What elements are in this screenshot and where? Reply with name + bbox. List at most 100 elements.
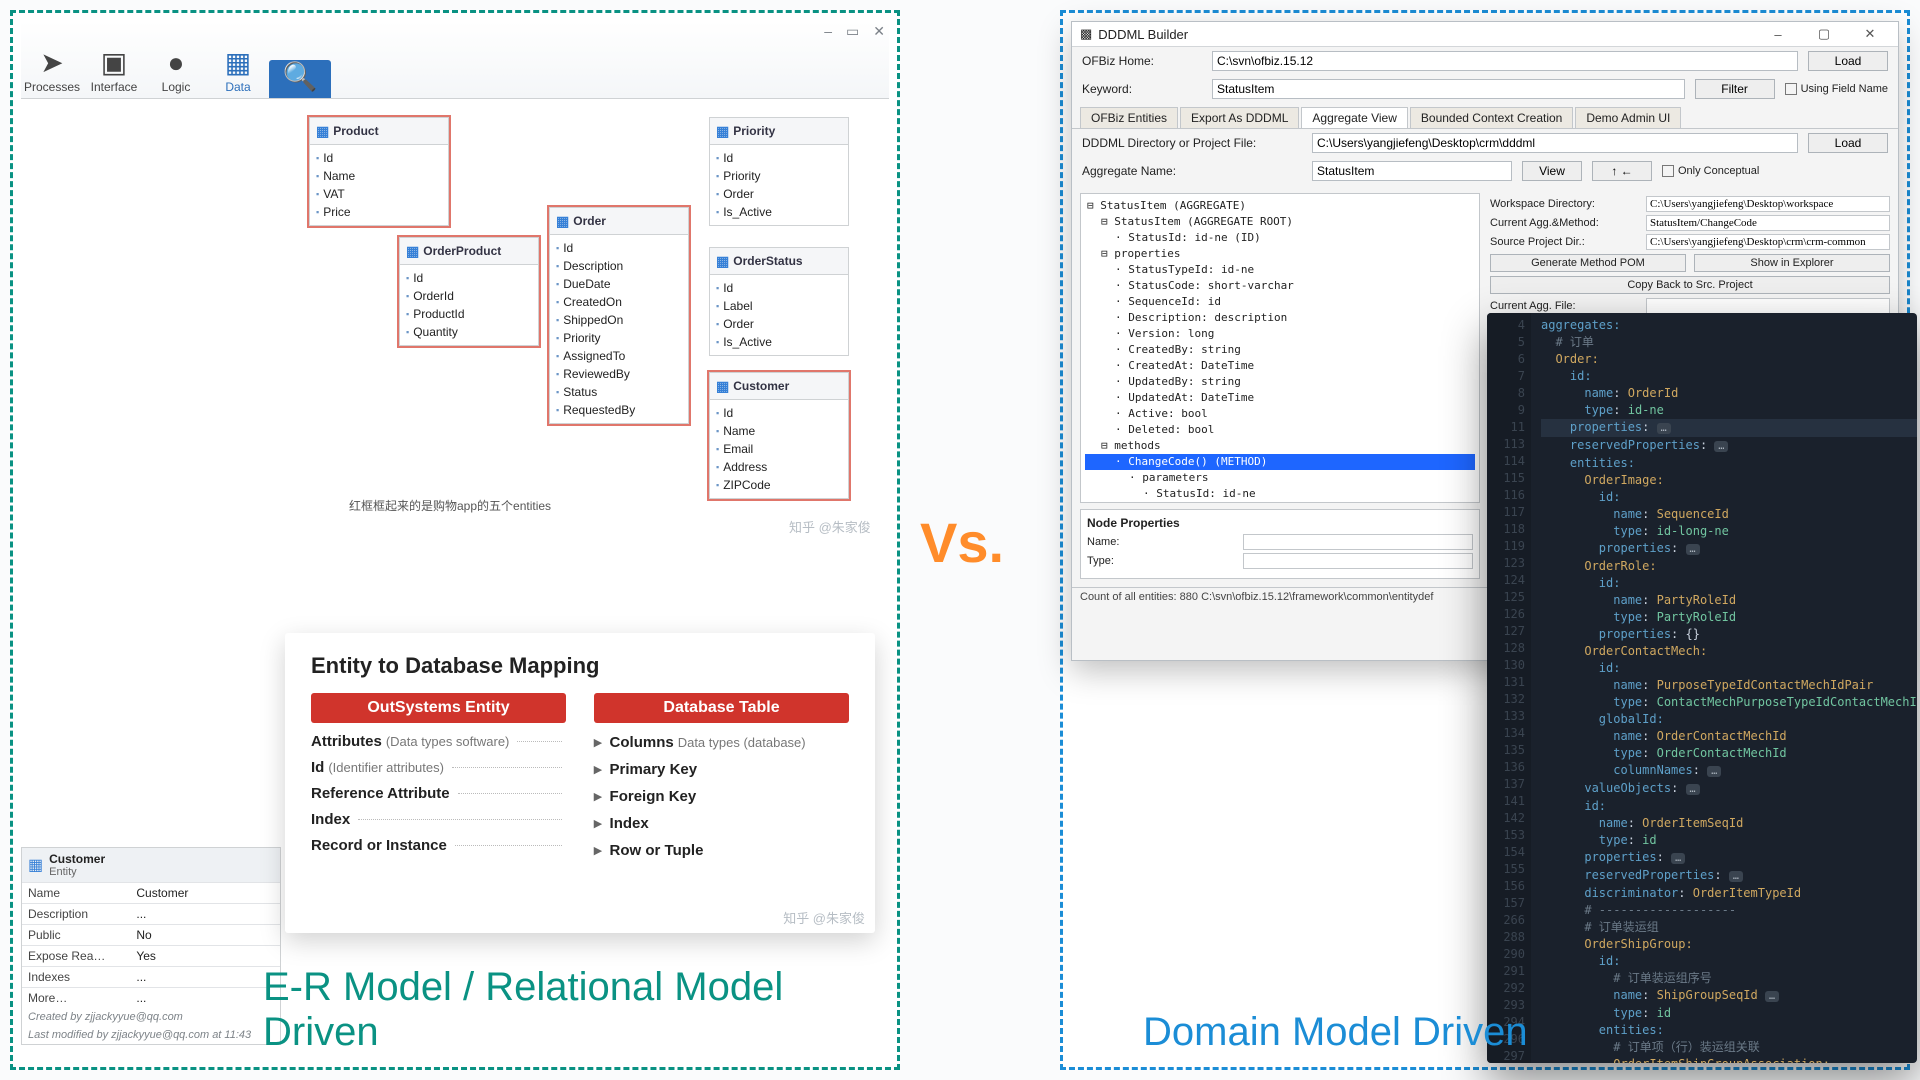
maximize-icon[interactable]: ▢: [1804, 26, 1844, 42]
view-button[interactable]: View: [1522, 161, 1582, 181]
close-icon[interactable]: ✕: [1850, 26, 1890, 42]
aggregate-tree[interactable]: ⊟ StatusItem (AGGREGATE)⊟ StatusItem (AG…: [1080, 193, 1480, 503]
aggregate-node[interactable]: · StatusId: id-ne (ID): [1085, 230, 1475, 246]
only-conceptual-checkbox[interactable]: Only Conceptual: [1662, 165, 1759, 177]
editor-code[interactable]: aggregates: # 订单 Order: id: name: OrderI…: [1531, 313, 1917, 1063]
current-agg-file-label: Current Agg. File:: [1490, 300, 1640, 312]
mapping-row-right: ▸Index: [594, 814, 849, 832]
property-table: NameCustomerDescription...PublicNoExpose…: [22, 882, 280, 1008]
np-name-label: Name:: [1087, 536, 1237, 548]
domain-panel: ▩ DDDML Builder – ▢ ✕ OFBiz Home: Load K…: [1060, 10, 1910, 1070]
entity-orderproduct[interactable]: OrderProductIdOrderIdProductIdQuantity: [399, 237, 539, 346]
prop-entity-name: Customer: [49, 852, 105, 866]
aggregate-node[interactable]: · StatusCode: short-varchar: [1085, 278, 1475, 294]
back-button[interactable]: ↑ ←: [1592, 161, 1652, 181]
copy-back-button[interactable]: Copy Back to Src. Project: [1490, 276, 1890, 294]
aggregate-node[interactable]: · SequenceId: id: [1085, 294, 1475, 310]
canvas-note: 红框框起来的是购物app的五个entities: [349, 497, 551, 514]
aggregate-node[interactable]: · UpdatedBy: string: [1085, 374, 1475, 390]
er-panel: – ▭ ✕ ➤Processes ▣Interface ●Logic ▦Data…: [10, 10, 900, 1070]
node-props-title: Node Properties: [1087, 516, 1473, 530]
tab-bounded-context-creation[interactable]: Bounded Context Creation: [1410, 107, 1573, 128]
ribbon-processes[interactable]: ➤Processes: [21, 46, 83, 98]
tab-demo-admin-ui[interactable]: Demo Admin UI: [1575, 107, 1681, 128]
np-name-input[interactable]: [1243, 534, 1473, 550]
mapping-row-right: ▸Columns Data types (database): [594, 733, 849, 751]
aggregate-node[interactable]: · UpdatedAt: DateTime: [1085, 390, 1475, 406]
aggregate-node[interactable]: · Deleted: bool: [1085, 422, 1475, 438]
current-agg-file-input[interactable]: [1646, 298, 1890, 314]
workspace-dir-input[interactable]: [1646, 196, 1890, 212]
close-icon[interactable]: ✕: [873, 23, 885, 40]
aggregate-node[interactable]: · parameters: [1085, 470, 1475, 486]
entity-orderstatus[interactable]: OrderStatusIdLabelOrderIs_Active: [709, 247, 849, 356]
caption-right: Domain Model Driven: [1143, 1010, 1528, 1055]
window-titlebar: ▩ DDDML Builder – ▢ ✕: [1072, 22, 1898, 47]
generate-pom-button[interactable]: Generate Method POM: [1490, 254, 1686, 272]
editor-gutter: 4567891111311411511611711811912312412512…: [1487, 313, 1531, 1063]
restore-icon[interactable]: ▭: [846, 23, 859, 40]
app-icon: ▩: [1080, 26, 1092, 42]
entity-db-mapping-card: Entity to Database Mapping OutSystems En…: [285, 633, 875, 933]
aggregate-node[interactable]: · Description: description: [1085, 310, 1475, 326]
prop-entity-kind: Entity: [49, 866, 105, 878]
aggregate-node[interactable]: · StatusId: id-ne: [1085, 486, 1475, 502]
aggregate-node[interactable]: · Code: short-varchar: [1085, 502, 1475, 503]
mapping-row-right: ▸Foreign Key: [594, 787, 849, 805]
current-agg-method-input[interactable]: [1646, 215, 1890, 231]
ofbiz-home-input[interactable]: [1212, 51, 1798, 71]
aggregate-node[interactable]: ⊟ StatusItem (AGGREGATE): [1085, 198, 1475, 214]
entity-product[interactable]: ProductIdNameVATPrice: [309, 117, 449, 226]
dir-input[interactable]: [1312, 133, 1798, 153]
minimize-icon[interactable]: –: [824, 23, 832, 40]
entity-priority[interactable]: PriorityIdPriorityOrderIs_Active: [709, 117, 849, 226]
ribbon-data[interactable]: ▦Data: [207, 46, 269, 98]
entity-diagram[interactable]: 红框框起来的是购物app的五个entities 知乎 @朱家俊 ProductI…: [289, 107, 889, 627]
prop-footer-2: Last modified by zjjackyyue@qq.com at 11…: [22, 1026, 280, 1044]
load-button-2[interactable]: Load: [1808, 133, 1888, 153]
np-type-input[interactable]: [1243, 553, 1473, 569]
aggregate-node[interactable]: ⊟ StatusItem (AGGREGATE ROOT): [1085, 214, 1475, 230]
aggregate-node[interactable]: ⊟ methods: [1085, 438, 1475, 454]
prop-row[interactable]: Indexes...: [22, 967, 280, 988]
ribbon-interface[interactable]: ▣Interface: [83, 46, 145, 98]
mapping-row-right: ▸Row or Tuple: [594, 841, 849, 859]
aggregate-node[interactable]: · Version: long: [1085, 326, 1475, 342]
prop-row[interactable]: PublicNo: [22, 925, 280, 946]
aggregate-node[interactable]: · CreatedAt: DateTime: [1085, 358, 1475, 374]
entity-icon: ▦: [28, 855, 43, 875]
keyword-input[interactable]: [1212, 79, 1685, 99]
load-button[interactable]: Load: [1808, 51, 1888, 71]
filter-button[interactable]: Filter: [1695, 79, 1775, 99]
search-icon: 🔍: [269, 60, 331, 94]
ribbon-search[interactable]: 🔍: [269, 60, 331, 98]
aggregate-node[interactable]: · StatusTypeId: id-ne: [1085, 262, 1475, 278]
tab-strip[interactable]: OFBiz EntitiesExport As DDDMLAggregate V…: [1072, 103, 1898, 129]
minimize-icon[interactable]: –: [1758, 27, 1798, 42]
entity-order[interactable]: OrderIdDescriptionDueDateCreatedOnShippe…: [549, 207, 689, 424]
yaml-editor[interactable]: 4567891111311411511611711811912312412512…: [1487, 313, 1917, 1063]
mapping-row-left: Index: [311, 811, 566, 828]
prop-row[interactable]: More…...: [22, 988, 280, 1009]
tab-aggregate-view[interactable]: Aggregate View: [1301, 107, 1408, 128]
tab-ofbiz-entities[interactable]: OFBiz Entities: [1080, 107, 1178, 128]
show-in-explorer-button[interactable]: Show in Explorer: [1694, 254, 1890, 272]
tab-export-as-dddml[interactable]: Export As DDDML: [1180, 107, 1299, 128]
ribbon-logic[interactable]: ●Logic: [145, 46, 207, 98]
prop-row[interactable]: Expose Rea…Yes: [22, 946, 280, 967]
aggregate-name-select[interactable]: [1312, 161, 1512, 181]
aggregate-node[interactable]: ⊟ properties: [1085, 246, 1475, 262]
prop-row[interactable]: Description...: [22, 904, 280, 925]
prop-row[interactable]: NameCustomer: [22, 883, 280, 904]
vs-label: Vs.: [920, 510, 1004, 575]
source-project-dir-label: Source Project Dir.:: [1490, 236, 1640, 248]
using-field-name-checkbox[interactable]: Using Field Name: [1785, 83, 1888, 95]
aggregate-node[interactable]: · CreatedBy: string: [1085, 342, 1475, 358]
caption-left: E-R Model / Relational Model Driven: [263, 965, 897, 1055]
aggregate-node[interactable]: · ChangeCode() (METHOD): [1085, 454, 1475, 470]
ribbon: – ▭ ✕ ➤Processes ▣Interface ●Logic ▦Data…: [21, 21, 889, 99]
node-properties-panel: Node Properties Name: Type:: [1080, 509, 1480, 579]
source-project-dir-input[interactable]: [1646, 234, 1890, 250]
entity-customer[interactable]: CustomerIdNameEmailAddressZIPCode: [709, 372, 849, 499]
aggregate-node[interactable]: · Active: bool: [1085, 406, 1475, 422]
